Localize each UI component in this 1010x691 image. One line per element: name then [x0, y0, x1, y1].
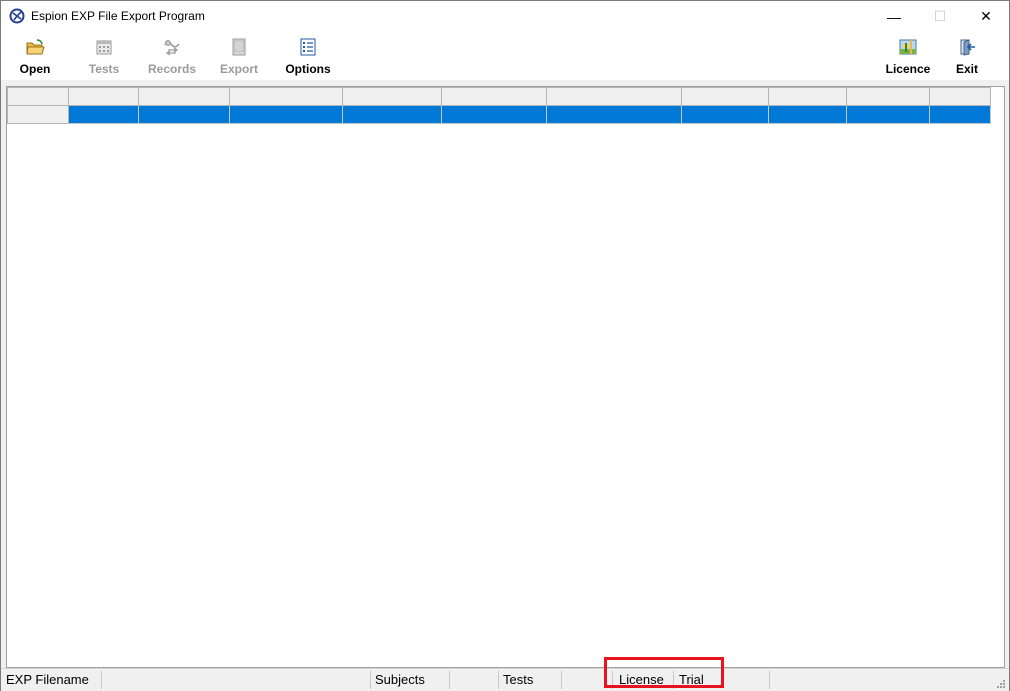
grid-cell[interactable]	[441, 105, 547, 124]
column-header[interactable]	[68, 87, 139, 106]
grid-table[interactable]	[7, 87, 991, 124]
column-header[interactable]	[768, 87, 847, 106]
records-icon	[164, 40, 180, 56]
grid-cell[interactable]	[229, 105, 343, 124]
app-window: Espion EXP File Export Program — ☐ ✕ Ope…	[0, 0, 1010, 691]
close-button[interactable]: ✕	[963, 1, 1009, 32]
status-filename-value	[103, 671, 371, 689]
calendar-icon	[96, 40, 112, 55]
export-document-icon	[232, 38, 246, 56]
minimize-icon: —	[887, 8, 901, 25]
table-row-selected[interactable]	[7, 105, 991, 124]
data-grid[interactable]	[6, 86, 1005, 668]
client-area	[1, 80, 1009, 668]
export-button[interactable]: Export	[217, 34, 261, 78]
highlight-annotation-box	[604, 657, 724, 688]
exit-button[interactable]: Exit	[951, 34, 983, 78]
grid-corner-cell[interactable]	[7, 87, 69, 106]
column-header[interactable]	[229, 87, 343, 106]
maximize-button[interactable]: ☐	[917, 1, 963, 32]
grid-cell[interactable]	[929, 105, 991, 124]
open-label: Open	[19, 62, 51, 76]
tests-label: Tests	[88, 62, 120, 76]
grid-cell[interactable]	[546, 105, 682, 124]
status-filename-label: EXP Filename	[6, 671, 102, 689]
open-folder-icon	[26, 39, 45, 55]
status-bar: EXP Filename Subjects Tests License Tria…	[1, 668, 1009, 691]
grid-header-row	[7, 87, 991, 106]
options-button[interactable]: Options	[284, 34, 332, 78]
column-header[interactable]	[681, 87, 769, 106]
title-bar[interactable]: Espion EXP File Export Program — ☐ ✕	[1, 1, 1009, 32]
licence-icon	[899, 39, 917, 55]
column-header[interactable]	[138, 87, 230, 106]
resize-grip-icon[interactable]	[995, 678, 1005, 688]
row-header[interactable]	[7, 105, 69, 124]
minimize-button[interactable]: —	[871, 1, 917, 32]
export-label: Export	[219, 62, 258, 76]
grid-cell[interactable]	[342, 105, 442, 124]
licence-label: Licence	[885, 62, 931, 76]
column-header[interactable]	[929, 87, 991, 106]
options-label: Options	[285, 62, 331, 76]
exit-door-icon	[960, 39, 975, 56]
column-header[interactable]	[342, 87, 442, 106]
app-logo-icon	[9, 8, 25, 24]
records-label: Records	[147, 62, 197, 76]
status-subjects-value	[452, 671, 499, 689]
licence-button[interactable]: Licence	[881, 34, 935, 78]
window-title: Espion EXP File Export Program	[31, 9, 205, 23]
open-button[interactable]: Open	[15, 34, 55, 78]
grid-cell[interactable]	[138, 105, 230, 124]
grid-cell[interactable]	[68, 105, 139, 124]
grid-cell[interactable]	[846, 105, 930, 124]
grid-cell[interactable]	[768, 105, 847, 124]
exit-label: Exit	[955, 62, 978, 76]
records-button[interactable]: Records	[146, 34, 198, 78]
toolbar: Open Tests Records Export Options Licenc…	[1, 32, 1009, 80]
maximize-icon: ☐	[933, 8, 947, 24]
status-subjects-label: Subjects	[372, 671, 450, 689]
tests-button[interactable]: Tests	[84, 34, 124, 78]
close-icon: ✕	[980, 8, 992, 24]
options-list-icon	[300, 38, 316, 56]
column-header[interactable]	[846, 87, 930, 106]
grid-cell[interactable]	[681, 105, 769, 124]
status-tests-label: Tests	[500, 671, 562, 689]
column-header[interactable]	[441, 87, 547, 106]
column-header[interactable]	[546, 87, 682, 106]
